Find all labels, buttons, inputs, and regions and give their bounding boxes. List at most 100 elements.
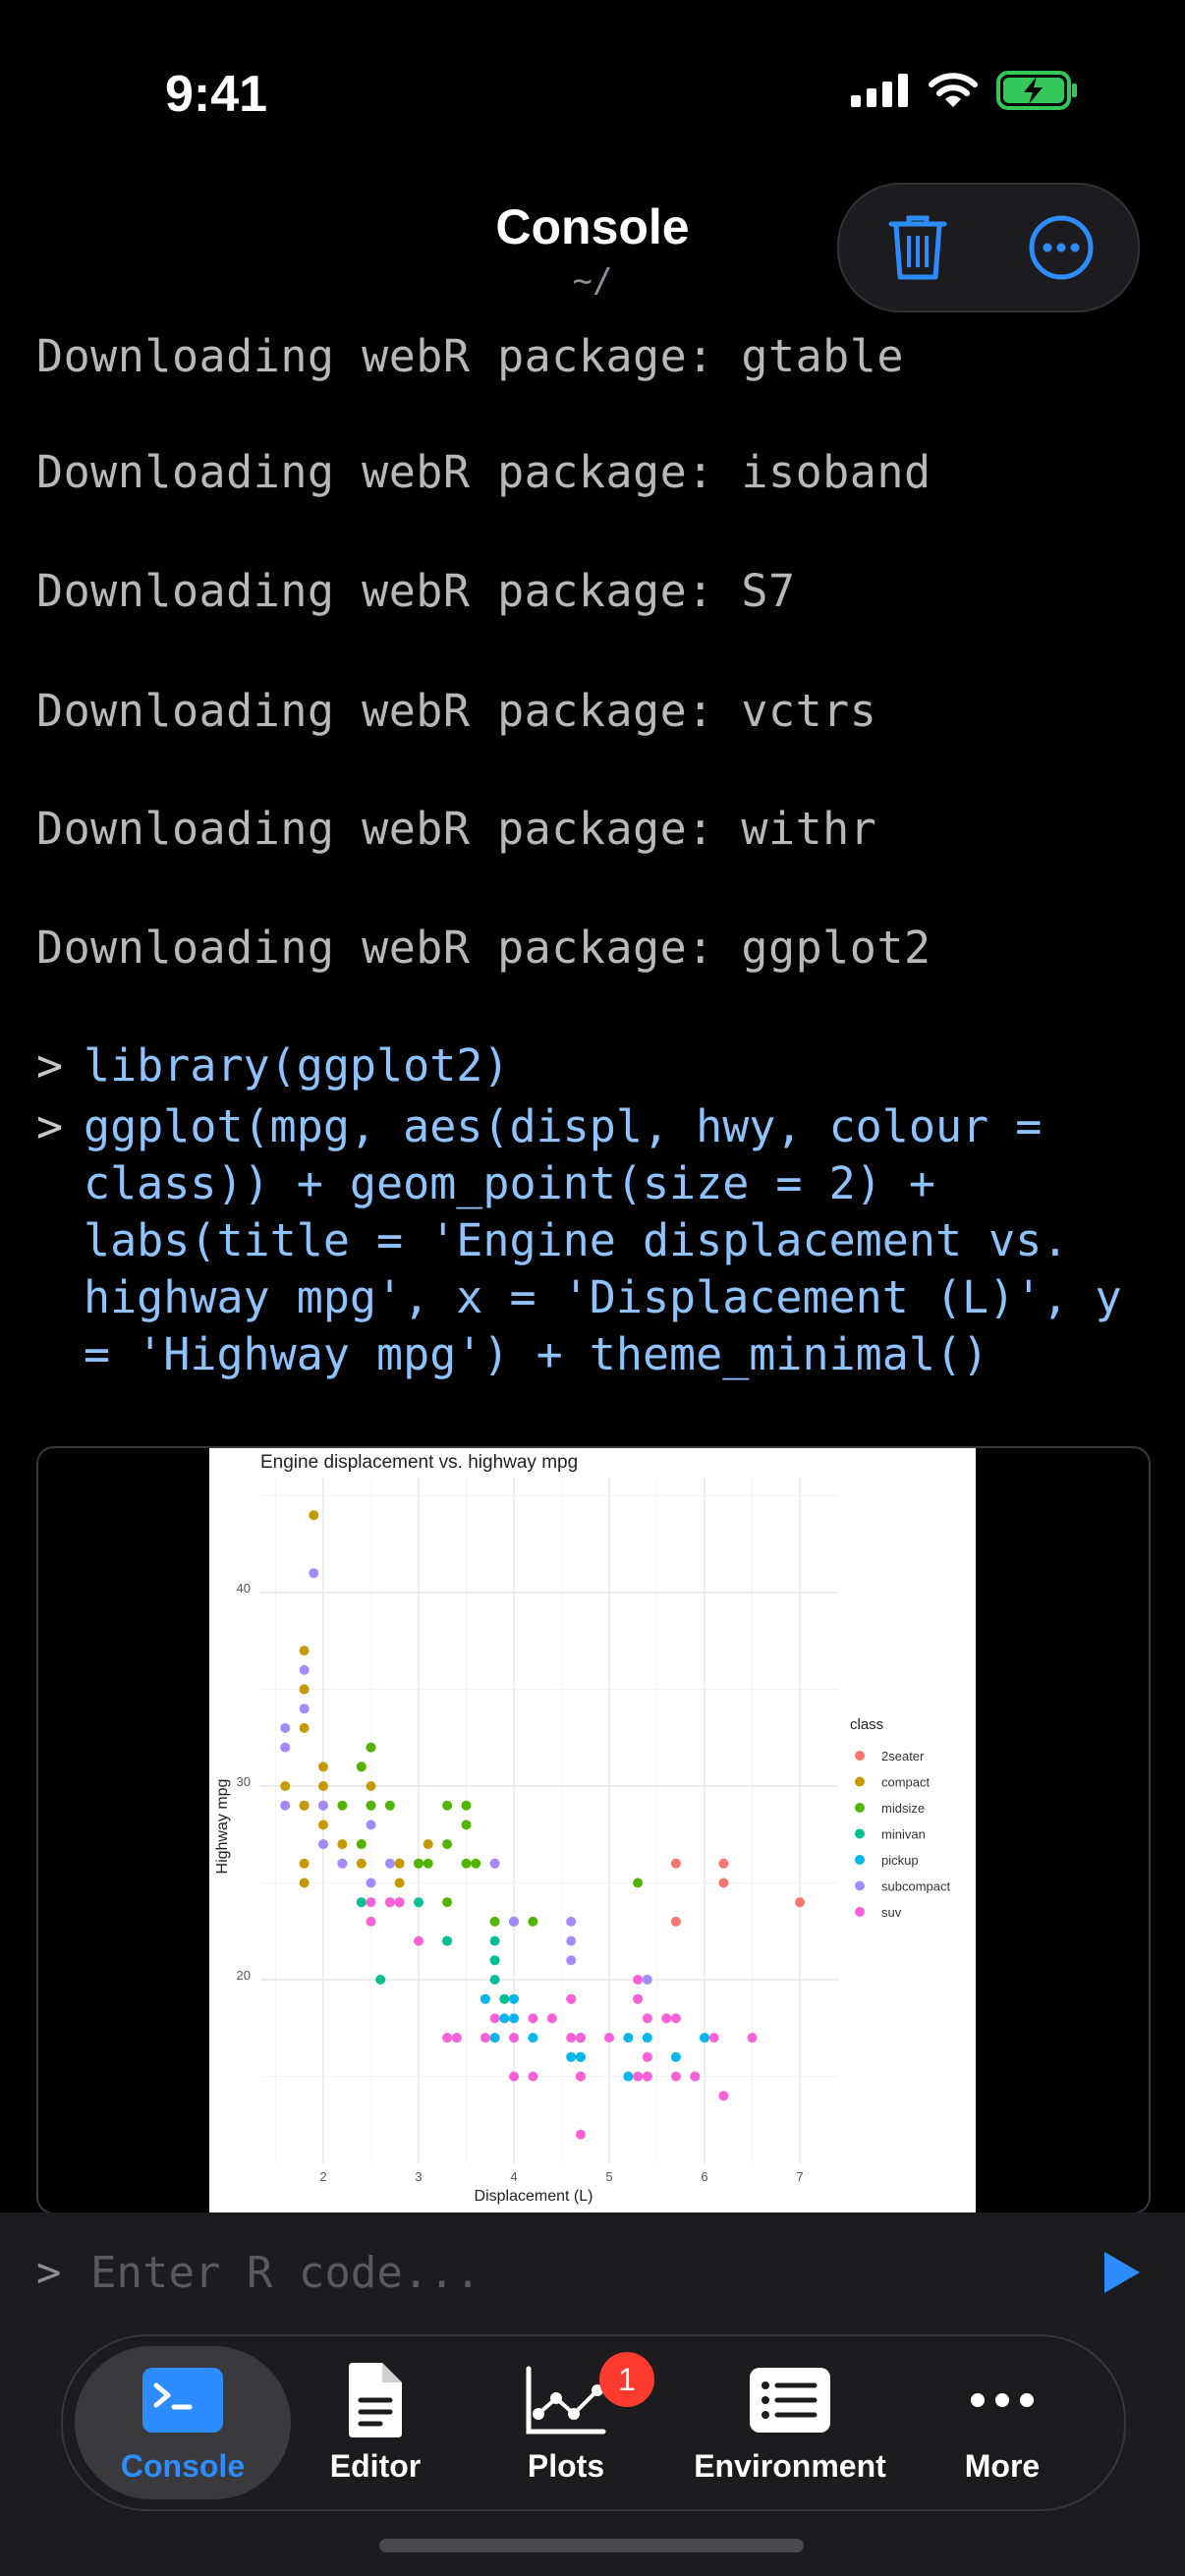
data-point-compact [423, 1839, 433, 1850]
data-point-midsize [356, 1762, 367, 1772]
output-line: Downloading webR package: isoband [36, 446, 931, 498]
data-point-subcompact [566, 1935, 577, 1946]
legend-key-compact [855, 1776, 865, 1787]
r-code-input[interactable] [88, 2240, 977, 2305]
plot-image: Engine displacement vs. highway mpg 20 3… [209, 1448, 976, 2212]
data-point-compact [299, 1877, 310, 1888]
data-point-pickup [489, 2033, 500, 2044]
data-point-subcompact [489, 1858, 500, 1869]
x-axis-label: Displacement (L) [475, 2188, 593, 2205]
data-point-suv [566, 1993, 577, 2004]
data-point-subcompact [280, 1742, 291, 1753]
data-point-compact [394, 1858, 405, 1869]
data-point-compact [299, 1800, 310, 1811]
data-point-minivan [489, 1955, 500, 1966]
output-line: Downloading webR package: ggplot2 [36, 922, 931, 974]
x-tick-label: 5 [605, 2169, 612, 2184]
output-line: Downloading webR package: gtable [36, 330, 904, 382]
legend-key-2seater [855, 1751, 865, 1761]
data-point-2seater [718, 1858, 729, 1869]
data-point-suv [366, 1916, 376, 1927]
data-point-suv [566, 2033, 577, 2044]
data-point-suv [509, 2071, 519, 2082]
data-point-suv [690, 2071, 701, 2082]
data-point-midsize [414, 1858, 423, 1869]
data-point-suv [414, 1935, 423, 1946]
y-tick-label: 40 [237, 1581, 251, 1596]
more-options-button[interactable] [1020, 206, 1102, 289]
data-point-midsize [442, 1839, 453, 1850]
data-point-compact [394, 1877, 405, 1888]
data-point-suv [642, 2013, 652, 2024]
tab-console[interactable]: Console [75, 2346, 291, 2499]
plot-title: Engine displacement vs. highway mpg [260, 1452, 578, 1473]
data-point-suv [528, 2013, 538, 2024]
x-tick-label: 7 [796, 2169, 803, 2184]
data-point-midsize [356, 1839, 367, 1850]
data-point-2seater [670, 1916, 681, 1927]
legend-label: suv [881, 1905, 902, 1920]
status-icons [851, 71, 1079, 110]
data-point-suv [633, 2071, 644, 2082]
legend-key-pickup [855, 1855, 865, 1865]
data-point-compact [299, 1722, 310, 1733]
trash-icon [888, 215, 947, 280]
data-point-midsize [528, 1916, 538, 1927]
data-point-pickup [700, 2033, 709, 2044]
command-entry: > library(ggplot2) [36, 1037, 1157, 1094]
plot-output[interactable]: Engine displacement vs. highway mpg 20 3… [36, 1446, 1151, 2214]
cellular-signal-icon [851, 74, 908, 107]
data-point-compact [299, 1858, 310, 1869]
tab-bar: Console Editor Plots 1 Environment More [61, 2334, 1126, 2511]
status-time: 9:41 [165, 66, 268, 123]
clear-console-button[interactable] [876, 206, 959, 289]
output-line: Downloading webR package: vctrs [36, 685, 877, 737]
y-tick-label: 30 [237, 1774, 251, 1789]
data-point-suv [642, 2071, 652, 2082]
list-icon [750, 2356, 830, 2444]
data-point-midsize [461, 1800, 472, 1811]
tab-environment[interactable]: Environment [672, 2346, 908, 2499]
data-point-pickup [480, 1993, 490, 2004]
data-point-suv [633, 1993, 644, 2004]
data-point-suv [718, 2091, 729, 2101]
data-point-pickup [642, 2033, 652, 2044]
data-point-subcompact [299, 1664, 310, 1675]
output-line: Downloading webR package: S7 [36, 565, 796, 617]
x-tick-label: 2 [319, 2169, 326, 2184]
data-point-compact [318, 1762, 328, 1772]
home-indicator [379, 2539, 804, 2552]
data-point-subcompact [509, 1916, 519, 1927]
data-point-minivan [442, 1935, 453, 1946]
data-point-midsize [442, 1800, 453, 1811]
data-point-subcompact [318, 1800, 328, 1811]
data-point-suv [604, 2033, 614, 2044]
tab-plots[interactable]: Plots 1 [468, 2346, 664, 2499]
legend-label: midsize [881, 1801, 925, 1816]
data-point-compact [356, 1858, 367, 1869]
data-point-suv [575, 2071, 586, 2082]
tab-more[interactable]: More [904, 2346, 1100, 2499]
data-point-suv [528, 2071, 538, 2082]
data-point-compact [280, 1781, 291, 1791]
code-input-bar: > [0, 2212, 1185, 2330]
console-output[interactable]: Downloading webR package: gtable Downloa… [0, 324, 1185, 1444]
legend-label: 2seater [881, 1749, 925, 1764]
tab-editor[interactable]: Editor [277, 2346, 474, 2499]
input-prompt-symbol: > [36, 2248, 62, 2296]
data-point-compact [337, 1839, 348, 1850]
data-point-midsize [366, 1742, 376, 1753]
tab-label: Console [120, 2448, 246, 2484]
legend-title: class [850, 1716, 883, 1733]
data-point-pickup [528, 2033, 538, 2044]
output-line: Downloading webR package: withr [36, 803, 877, 855]
data-point-pickup [509, 2013, 519, 2024]
run-button[interactable] [1097, 2248, 1146, 2297]
data-point-suv [442, 2033, 453, 2044]
toolbar-actions [837, 183, 1140, 312]
data-point-subcompact [337, 1858, 348, 1869]
legend-key-suv [855, 1907, 865, 1917]
status-bar: 9:41 [0, 0, 1185, 187]
x-tick-label: 6 [701, 2169, 707, 2184]
data-point-compact [318, 1820, 328, 1830]
